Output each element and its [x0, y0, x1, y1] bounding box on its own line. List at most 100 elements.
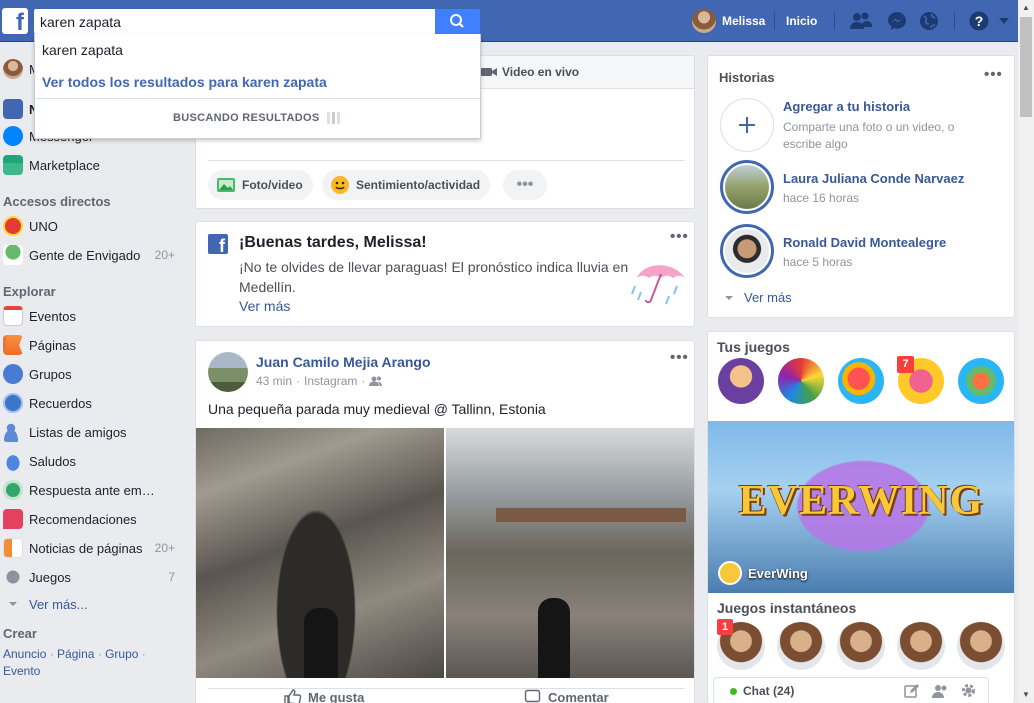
post-options-icon[interactable]: •••	[670, 349, 689, 366]
comment-icon	[524, 689, 541, 703]
avatar[interactable]	[208, 352, 248, 392]
story-time: hace 5 horas	[783, 255, 853, 269]
home-link[interactable]: Inicio	[786, 14, 817, 28]
stories-see-more[interactable]: Ver más	[722, 290, 792, 305]
sidebar-item-label: Grupos	[29, 366, 72, 382]
story-time: hace 16 horas	[783, 191, 860, 205]
marketplace-icon	[3, 155, 23, 175]
sidebar-item-recuerdos[interactable]: Recuerdos	[3, 391, 183, 415]
instant-game-avatar[interactable]	[837, 622, 885, 670]
like-button[interactable]: Me gusta	[284, 689, 364, 703]
create-page-link[interactable]: Página	[57, 647, 94, 661]
see-more-label: Ver más	[744, 290, 792, 305]
item-count: 20+	[154, 541, 175, 555]
scroll-up-arrow-icon[interactable]: ▲	[1018, 0, 1034, 16]
sidebar-item-paginas[interactable]: Páginas	[3, 333, 183, 357]
more-options-icon[interactable]: •••	[670, 228, 689, 245]
caret-down-icon[interactable]	[998, 0, 1010, 42]
sidebar-item-recomendaciones[interactable]: Recomendaciones	[3, 507, 183, 531]
game-icon[interactable]	[838, 358, 884, 404]
live-video-tab[interactable]: Video en vivo	[480, 65, 579, 79]
post-author[interactable]: Juan Camilo Mejia Arango	[256, 354, 431, 370]
sidebar-item-listas-de-amigos[interactable]: Listas de amigos	[3, 420, 183, 444]
settings-gear-icon[interactable]	[960, 682, 977, 699]
chevron-down-icon	[725, 295, 733, 300]
create-links: Anuncio · Página · Grupo · Evento	[3, 647, 146, 678]
game-name: EverWing	[748, 565, 808, 581]
tree-icon	[3, 245, 23, 265]
uno-icon	[3, 216, 23, 236]
stories-options-icon[interactable]: •••	[984, 66, 1003, 83]
create-group-link[interactable]: Grupo	[105, 647, 138, 661]
post-photo[interactable]	[196, 428, 444, 678]
section-header-explore: Explorar	[3, 284, 56, 299]
add-story-title[interactable]: Agregar a tu historia	[783, 99, 910, 114]
instant-game-avatar[interactable]	[957, 622, 1005, 670]
instant-game-avatar[interactable]	[897, 622, 945, 670]
tab-label: Video en vivo	[502, 65, 580, 79]
see-more-link[interactable]: Ver más	[239, 298, 290, 314]
sidebar-item-gente-de-envigado[interactable]: Gente de Envigado 20+	[3, 243, 183, 267]
search-suggestion[interactable]: karen zapata	[42, 42, 123, 58]
feeling-activity-button[interactable]: Sentimiento/actividad	[322, 170, 491, 200]
search-button[interactable]	[435, 9, 480, 34]
search-suggestions-dropdown: karen zapata Ver todos los resultados pa…	[34, 34, 481, 139]
messenger-icon[interactable]	[886, 0, 908, 42]
scrollbar-thumb[interactable]	[1020, 17, 1032, 117]
page-scrollbar[interactable]: ▲ ▼	[1018, 0, 1034, 703]
comment-button[interactable]: Comentar	[524, 689, 609, 703]
add-story-subtitle: Comparte una foto o un video, o escribe …	[783, 120, 955, 151]
sidebar-item-grupos[interactable]: Grupos	[3, 362, 183, 386]
sidebar-item-eventos[interactable]: Eventos	[3, 304, 183, 328]
memories-clock-icon	[3, 393, 23, 413]
chat-bar[interactable]: Chat (24)	[713, 677, 989, 703]
item-count: 7	[168, 570, 175, 584]
instant-game-avatar[interactable]	[777, 622, 825, 670]
game-icon[interactable]	[958, 358, 1004, 404]
profile-link[interactable]: Melissa	[692, 0, 765, 42]
search-icon	[450, 14, 464, 28]
game-icon[interactable]	[718, 358, 764, 404]
create-ad-link[interactable]: Anuncio	[3, 647, 46, 661]
sidebar-item-marketplace[interactable]: Marketplace	[3, 153, 183, 177]
see-all-results-link[interactable]: Ver todos los resultados para karen zapa…	[42, 74, 327, 90]
sidebar-item-respuesta[interactable]: Respuesta ante em…	[3, 478, 183, 502]
sidebar-item-label: Respuesta ante em…	[29, 482, 155, 498]
new-message-icon[interactable]	[904, 683, 920, 699]
weather-greeting-card: f ¡Buenas tardes, Melissa! ¡No te olvide…	[195, 221, 695, 327]
sidebar-item-noticias-de-paginas[interactable]: Noticias de páginas 20+	[3, 536, 183, 560]
create-group-icon[interactable]	[932, 683, 948, 699]
searching-status: BUSCANDO RESULTADOS	[173, 112, 320, 124]
sidebar-item-label: Noticias de páginas	[29, 540, 143, 556]
sidebar-item-label: UNO	[29, 218, 58, 234]
story-avatar[interactable]	[720, 160, 774, 214]
photo-video-button[interactable]: Foto/video	[208, 170, 313, 200]
chevron-down-icon	[9, 602, 17, 606]
notifications-globe-icon[interactable]	[918, 0, 940, 42]
recommendations-icon	[3, 509, 23, 529]
friend-requests-icon[interactable]	[849, 0, 873, 42]
search-input[interactable]	[34, 9, 435, 34]
sidebar-see-more[interactable]: Ver más...	[3, 592, 183, 616]
everwing-icon	[718, 561, 742, 585]
story-name[interactable]: Laura Juliana Conde Narvaez	[783, 171, 964, 186]
story-avatar[interactable]	[720, 224, 774, 278]
everwing-banner[interactable]: EVERWING EverWing	[708, 421, 1014, 593]
post-photo[interactable]	[446, 428, 694, 678]
avatar	[3, 59, 23, 79]
sidebar-item-saludos[interactable]: Saludos	[3, 449, 183, 473]
sidebar-item-label: Gente de Envigado	[29, 247, 141, 263]
sidebar-item-label: Ver más...	[29, 596, 88, 612]
help-icon[interactable]: ?	[968, 0, 990, 42]
more-options-button[interactable]: •••	[503, 170, 547, 200]
create-event-link[interactable]: Evento	[3, 664, 40, 678]
friends-audience-icon	[369, 376, 383, 386]
facebook-logo[interactable]: f	[2, 8, 28, 34]
sidebar-item-juegos[interactable]: Juegos 7	[3, 565, 183, 589]
post-time[interactable]: 43 min	[256, 374, 292, 388]
game-icon[interactable]	[778, 358, 824, 404]
scroll-down-arrow-icon[interactable]: ▼	[1018, 687, 1034, 703]
sidebar-item-uno[interactable]: UNO	[3, 214, 183, 238]
story-name[interactable]: Ronald David Montealegre	[783, 235, 946, 250]
add-story-button[interactable]	[720, 98, 774, 152]
